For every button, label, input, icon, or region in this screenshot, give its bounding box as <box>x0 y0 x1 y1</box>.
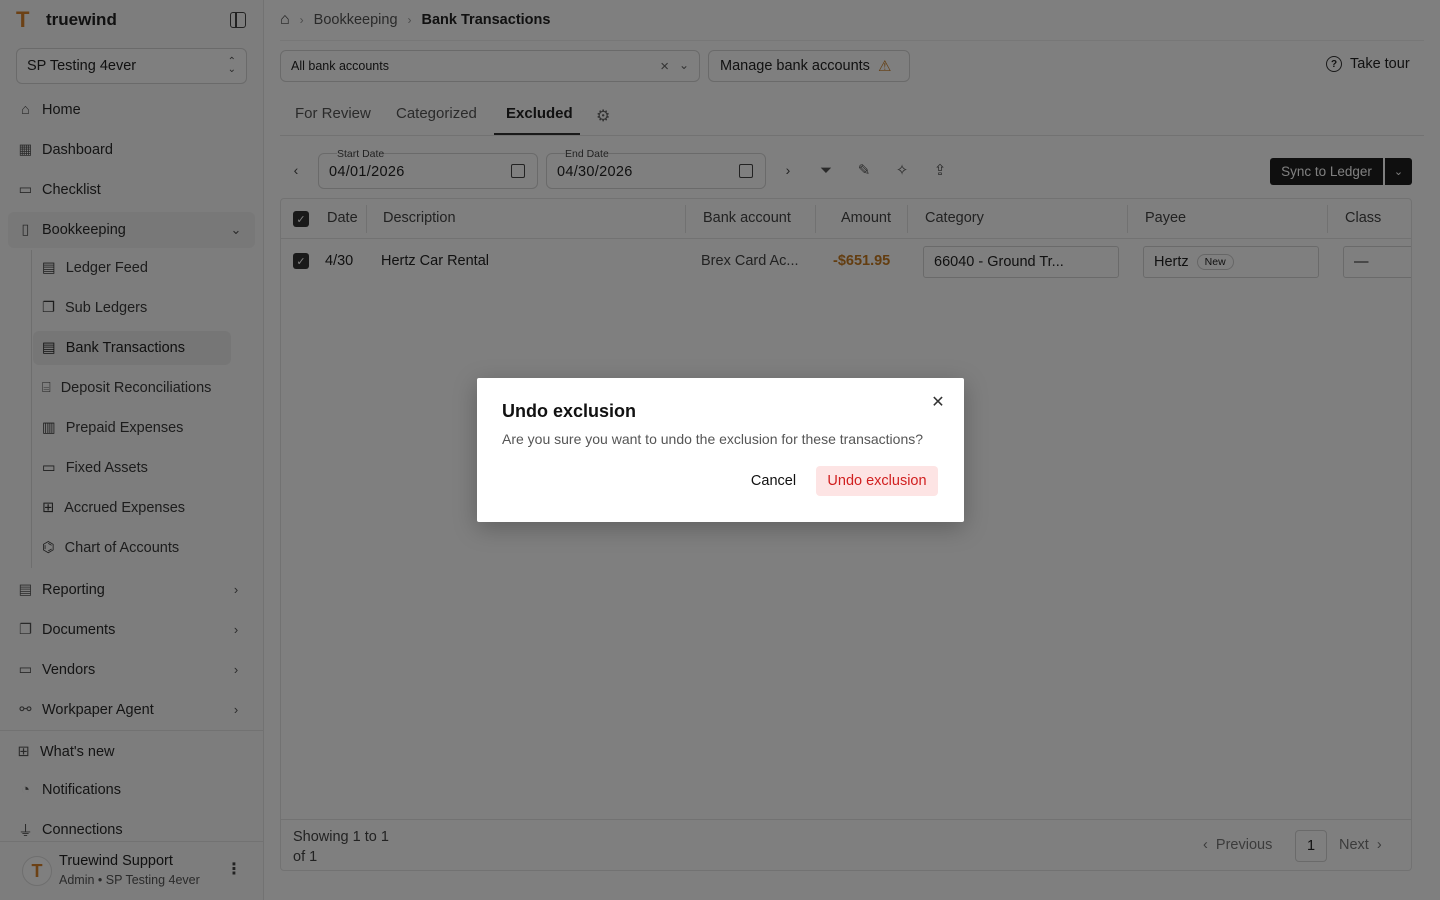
dialog-message: Are you sure you want to undo the exclus… <box>502 431 924 447</box>
cancel-button[interactable]: Cancel <box>741 466 806 496</box>
dialog-title: Undo exclusion <box>502 401 637 421</box>
close-icon[interactable]: ✕ <box>930 395 946 411</box>
undo-exclusion-dialog: Undo exclusion Are you sure you want to … <box>477 378 964 522</box>
undo-exclusion-button[interactable]: Undo exclusion <box>816 466 938 496</box>
